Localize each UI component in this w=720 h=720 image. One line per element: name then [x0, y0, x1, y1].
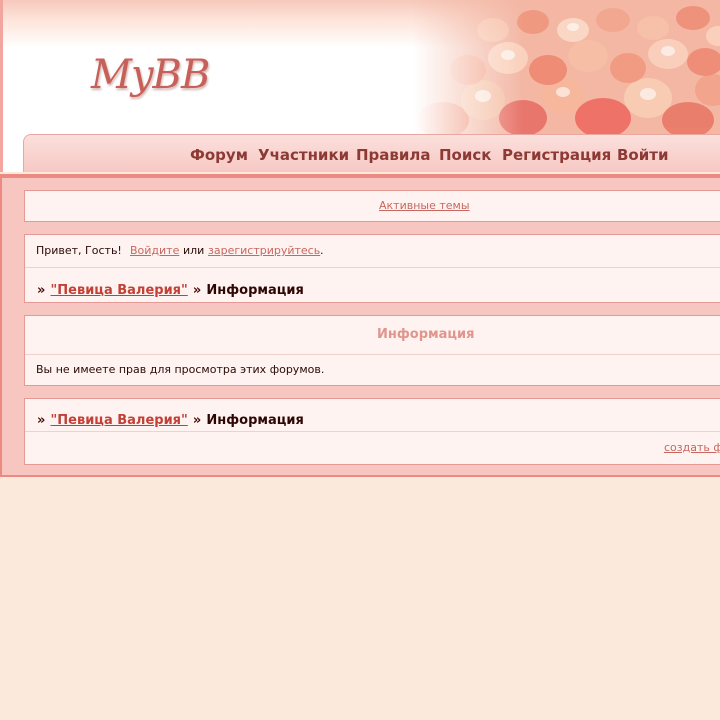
nav-item-search[interactable]: Поиск	[439, 146, 491, 164]
welcome-divider	[25, 267, 720, 268]
create-forum-link[interactable]: создать ф	[664, 441, 720, 454]
or-text: или	[183, 244, 205, 257]
nav-item-rules[interactable]: Правила	[356, 146, 431, 164]
nav-item-users[interactable]: Участники	[258, 146, 349, 164]
tulip-banner-image	[413, 0, 720, 134]
nav-item-register[interactable]: Регистрация	[502, 146, 611, 164]
bottom-breadcrumb-box: » "Певица Валерия" » Информация создать …	[24, 398, 720, 465]
nav-item-forum[interactable]: Форум	[190, 146, 248, 164]
breadcrumb-separator: »	[37, 283, 46, 298]
breadcrumb-separator: »	[192, 283, 202, 298]
active-topics-box: Активные темы	[24, 190, 720, 222]
info-divider	[25, 354, 720, 355]
welcome-box: Привет, Гость! Войдите или зарегистрируй…	[24, 234, 720, 303]
main-content: Активные темы Привет, Гость! Войдите или…	[0, 174, 720, 477]
info-message: Вы не имеете прав для просмотра этих фор…	[36, 363, 325, 376]
breadcrumb-current: Информация	[206, 413, 304, 428]
register-link[interactable]: зарегистрируйтесь	[208, 244, 320, 257]
info-title: Информация	[377, 327, 475, 342]
breadcrumb-current: Информация	[206, 283, 304, 298]
breadcrumb: » "Певица Валерия" » Информация	[37, 279, 304, 298]
breadcrumb-forum-link[interactable]: "Певица Валерия"	[51, 413, 188, 428]
bottom-divider	[25, 431, 720, 432]
breadcrumb-bottom: » "Певица Валерия" » Информация	[37, 409, 304, 428]
breadcrumb-forum-link[interactable]: "Певица Валерия"	[51, 283, 188, 298]
breadcrumb-separator: »	[192, 413, 202, 428]
info-box: Информация Вы не имеете прав для просмот…	[24, 315, 720, 386]
nav-item-login[interactable]: Войти	[617, 146, 668, 164]
breadcrumb-separator: »	[37, 413, 46, 428]
main-navigation: Форум Участники Правила Поиск Регистраци…	[23, 134, 720, 172]
welcome-period: .	[320, 244, 324, 257]
welcome-greeting: Привет, Гость!	[36, 244, 122, 257]
header: MyBB Форум Участники Правила Поиск Регис…	[0, 0, 720, 172]
page: MyBB Форум Участники Правила Поиск Регис…	[0, 0, 720, 720]
active-topics-link[interactable]: Активные темы	[379, 199, 470, 212]
login-link[interactable]: Войдите	[130, 244, 179, 257]
site-logo[interactable]: MyBB	[91, 52, 210, 98]
